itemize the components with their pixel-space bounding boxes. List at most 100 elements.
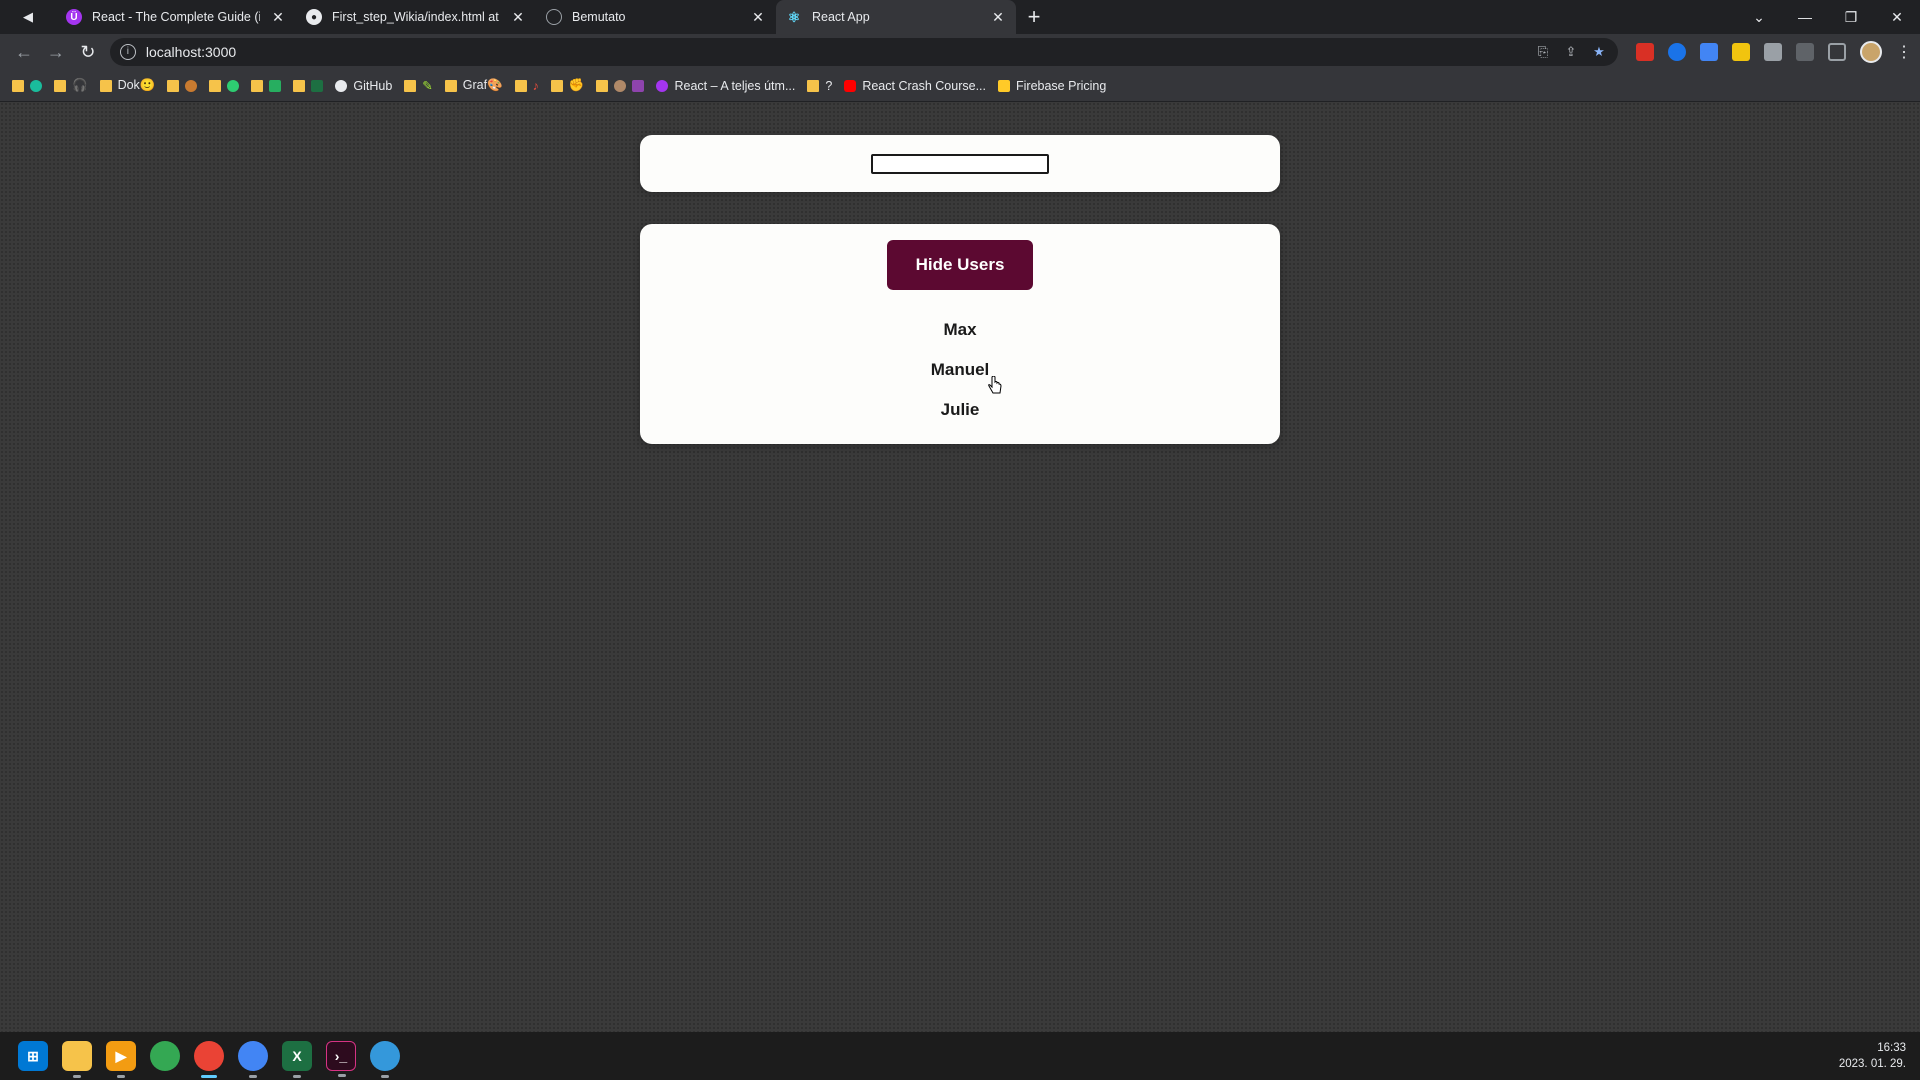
bookmark-folder-dok[interactable]: Dok🙂 — [99, 78, 156, 93]
bookmark-label: ? — [825, 78, 833, 93]
chrome-profile-icon[interactable] — [238, 1041, 268, 1078]
bookmark-star-icon[interactable]: ★ — [1590, 44, 1608, 60]
bookmark-react-crash-course[interactable]: React Crash Course... — [844, 79, 986, 93]
check-icon — [269, 79, 282, 92]
share-icon[interactable]: ⇪ — [1562, 44, 1580, 60]
bookmark-label: GitHub — [353, 78, 393, 93]
search-input[interactable] — [871, 153, 1049, 174]
restore-icon[interactable]: ❐ — [1828, 9, 1874, 26]
bookmark-folder[interactable]: 🎧 — [54, 78, 88, 93]
clock-time: 16:33 — [1877, 1042, 1906, 1054]
folder-icon — [550, 79, 563, 92]
user-item: Julie — [940, 400, 980, 419]
browser-toolbar: ← → ↻ i localhost:3000 ⎘ ⇪ ★ ⋮ — [0, 34, 1920, 70]
clock-date: 2023. 01. 29. — [1838, 1058, 1906, 1070]
bookmark-github[interactable]: GitHub — [335, 79, 392, 93]
side-panel-icon[interactable] — [1827, 43, 1846, 61]
tab-react-app[interactable]: ⚛ React App ✕ — [776, 0, 1016, 34]
excel-icon[interactable]: X — [282, 1041, 312, 1078]
bookmark-icon — [614, 79, 627, 92]
bookmarks-bar: 🎧 Dok🙂 GitHub ✎ Graf🎨 ♪ ✊ React – A telj… — [0, 70, 1920, 102]
bookmark-folder[interactable] — [251, 79, 282, 92]
bookmark-folder[interactable] — [209, 79, 240, 92]
bookmark-firebase-pricing[interactable]: Firebase Pricing — [998, 79, 1106, 93]
hand-cursor-icon — [988, 376, 1002, 394]
bookmark-folder[interactable] — [293, 79, 324, 92]
folder-icon — [251, 79, 264, 92]
folder-icon — [404, 79, 417, 92]
folder-icon — [444, 79, 457, 92]
close-tab-icon[interactable]: ✕ — [510, 9, 526, 26]
bookmark-react-teljes[interactable]: React – A teljes útm... — [656, 79, 795, 93]
udemy-favicon-icon: Ü — [66, 9, 82, 25]
windows-start-icon[interactable]: ⊞ — [18, 1041, 48, 1071]
url-text[interactable]: localhost:3000 — [146, 44, 1524, 60]
folder-icon — [209, 79, 222, 92]
terminal-icon[interactable]: ›_ — [326, 1041, 356, 1077]
window-controls: ⌄ — ❐ ✕ — [1736, 0, 1920, 34]
bookmark-icon — [185, 79, 198, 92]
users-list: Max Manuel Julie — [931, 310, 990, 430]
bookmark-folder[interactable] — [596, 79, 645, 92]
bookmark-folder[interactable]: ✎ — [404, 78, 433, 93]
puzzle-icon[interactable] — [1763, 43, 1782, 61]
close-tab-icon[interactable]: ✕ — [750, 9, 766, 26]
github-icon — [335, 79, 348, 92]
file-explorer-icon[interactable] — [62, 1041, 92, 1078]
new-tab-button[interactable]: + — [1016, 0, 1052, 34]
chrome-icon[interactable] — [150, 1041, 180, 1071]
reading-list-icon[interactable] — [1795, 43, 1814, 61]
guitar-icon: ♪ — [532, 78, 539, 93]
close-tab-icon[interactable]: ✕ — [270, 9, 286, 26]
bookmark-icon — [632, 79, 645, 92]
toggle-users-button[interactable]: Hide Users — [887, 240, 1033, 290]
bookmark-folder[interactable] — [167, 79, 198, 92]
bookmark-folder-graf[interactable]: Graf🎨 — [444, 78, 503, 93]
close-tab-icon[interactable]: ✕ — [990, 9, 1006, 26]
headphones-icon: 🎧 — [72, 78, 88, 92]
folder-icon — [167, 79, 180, 92]
system-clock[interactable]: 16:33 2023. 01. 29. — [1839, 1040, 1906, 1072]
tab-bemutato[interactable]: Bemutato ✕ — [536, 0, 776, 34]
user-item: Manuel — [930, 360, 990, 379]
tab-react-complete-guide[interactable]: Ü React - The Complete Guide (incl ✕ — [56, 0, 296, 34]
extension-icon[interactable] — [1667, 43, 1686, 61]
media-player-icon[interactable]: ▶ — [106, 1041, 136, 1078]
minimize-icon[interactable]: — — [1782, 9, 1828, 25]
site-info-icon[interactable]: i — [119, 44, 136, 60]
bookmark-icon — [227, 79, 240, 92]
profile-avatar[interactable] — [1859, 41, 1882, 63]
tab-title: First_step_Wikia/index.html at m — [332, 10, 500, 24]
bookmark-folder[interactable]: ♪ — [514, 78, 539, 93]
extension-icon[interactable] — [1699, 43, 1718, 61]
extension-icon[interactable] — [1635, 43, 1654, 61]
menu-kebab-icon[interactable]: ⋮ — [1896, 42, 1912, 62]
os-taskbar: ⊞ ▶ X ›_ 16:33 2023. 01. 29. — [0, 1032, 1920, 1080]
speaker-icon[interactable]: ◀︎ — [0, 0, 56, 34]
bookmark-label: Firebase Pricing — [1016, 78, 1107, 93]
bookmark-folder-question[interactable]: ? — [807, 79, 832, 93]
address-bar[interactable]: i localhost:3000 ⎘ ⇪ ★ — [109, 38, 1618, 66]
bookmark-folder[interactable]: ✊ — [550, 78, 584, 93]
reload-icon[interactable]: ↻ — [72, 42, 104, 63]
bookmark-label: React Crash Course... — [862, 78, 986, 93]
tab-search-icon[interactable]: ⌄ — [1736, 9, 1782, 26]
tab-title: React - The Complete Guide (incl — [92, 10, 260, 24]
tab-first-step-wikia[interactable]: ● First_step_Wikia/index.html at m ✕ — [296, 0, 536, 34]
globe-favicon-icon — [546, 9, 562, 25]
bookmark-label: Dok🙂 — [117, 78, 156, 92]
tab-strip: ◀︎ Ü React - The Complete Guide (incl ✕ … — [0, 0, 1920, 34]
folder-icon — [99, 79, 112, 92]
chrome-profile-icon[interactable] — [194, 1041, 224, 1078]
extension-icon[interactable] — [1731, 43, 1750, 61]
globe-app-icon[interactable] — [370, 1041, 400, 1078]
close-window-icon[interactable]: ✕ — [1874, 9, 1920, 26]
bookmark-folder[interactable] — [12, 79, 42, 92]
back-icon[interactable]: ← — [8, 42, 40, 63]
udemy-icon — [656, 79, 669, 92]
react-favicon-icon: ⚛ — [787, 8, 801, 25]
translate-icon[interactable]: ⎘ — [1534, 44, 1552, 60]
tab-title: React App — [812, 10, 870, 24]
users-card: Hide Users Max Manuel Julie — [640, 224, 1280, 444]
forward-icon[interactable]: → — [40, 42, 72, 63]
